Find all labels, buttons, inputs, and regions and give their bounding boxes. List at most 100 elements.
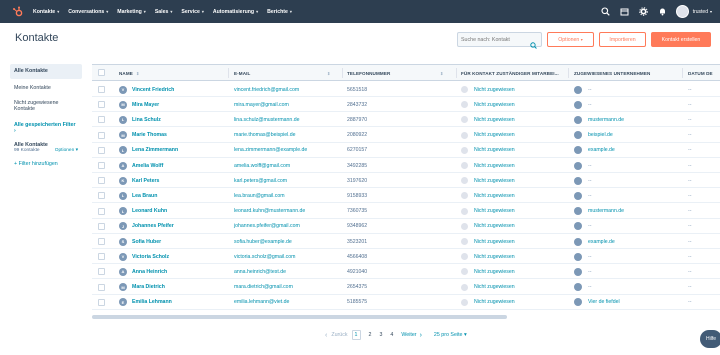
owner-link[interactable]: Nicht zugewiesen — [474, 87, 515, 93]
page-3-button[interactable]: 3 — [379, 332, 382, 338]
page-2-button[interactable]: 2 — [369, 332, 372, 338]
page-1-button[interactable]: 1 — [351, 330, 361, 340]
company-link[interactable]: mustermann.de — [588, 117, 624, 123]
add-filter-link[interactable]: + Filter hinzufügen — [10, 158, 82, 170]
row-checkbox[interactable] — [98, 131, 105, 139]
owner-link[interactable]: Nicht zugewiesen — [474, 223, 515, 229]
contact-name-link[interactable]: Anna Heinrich — [132, 269, 167, 275]
company-link[interactable]: mustermann.de — [588, 208, 624, 214]
nav-kontakte[interactable]: Kontakte ▾ — [33, 9, 59, 15]
row-checkbox[interactable] — [98, 253, 105, 261]
company-link[interactable]: Vier de fiefdel — [588, 299, 620, 305]
create-contact-button[interactable]: Kontakt erstellen — [651, 32, 711, 47]
sort-icon[interactable]: ⇕ — [324, 65, 330, 81]
company-link[interactable]: example.de — [588, 147, 615, 153]
row-checkbox[interactable] — [98, 207, 105, 215]
owner-link[interactable]: Nicht zugewiesen — [474, 269, 515, 275]
email-link[interactable]: vincent.friedrich@gmail.com — [234, 87, 299, 93]
row-checkbox[interactable] — [98, 162, 105, 169]
chevron-right-icon[interactable]: › — [420, 332, 422, 339]
horizontal-scrollbar[interactable] — [92, 315, 507, 319]
sidebar-item-unassigned[interactable]: Nicht zugewiesene Kontakte — [10, 97, 82, 116]
contact-name-link[interactable]: Karl Peters — [132, 178, 159, 184]
avatar[interactable] — [675, 5, 689, 18]
select-all-checkbox[interactable] — [98, 69, 105, 76]
contact-name-link[interactable]: Lina Schulz — [132, 117, 161, 123]
email-link[interactable]: sofia.huber@example.de — [234, 239, 292, 245]
column-divider[interactable] — [342, 68, 343, 78]
table-row[interactable]: A Anna Heinrich anna.heinrich@test.de 49210… — [92, 264, 720, 280]
per-page-select[interactable]: 25 pro Seite ▾ — [434, 332, 467, 338]
nav-berichte[interactable]: Berichte ▾ — [267, 9, 292, 15]
owner-link[interactable]: Nicht zugewiesen — [474, 117, 515, 123]
gear-icon[interactable] — [638, 6, 650, 18]
owner-link[interactable]: Nicht zugewiesen — [474, 193, 515, 199]
contact-name-link[interactable]: Victoria Scholz — [132, 254, 169, 260]
email-link[interactable]: mira.mayer@gmail.com — [234, 102, 289, 108]
bell-icon[interactable] — [657, 6, 669, 18]
account-name[interactable]: trusted — [693, 9, 708, 15]
sort-icon[interactable]: ⇕ — [437, 65, 443, 81]
owner-link[interactable]: Nicht zugewiesen — [474, 299, 515, 305]
column-header-company[interactable]: ZUGEWIESENES UNTERNEHMEN — [574, 65, 650, 81]
owner-link[interactable]: Nicht zugewiesen — [474, 163, 515, 169]
table-row[interactable]: L Lina Schulz lina.schulz@mustermann.de 288… — [92, 112, 720, 128]
table-row[interactable]: V Victoria Scholz victoria.scholz@gmail.co… — [92, 249, 720, 265]
table-row[interactable]: M Mara Dietrich mara.dietrich@gmail.com 265… — [92, 280, 720, 295]
company-link[interactable]: beispiel.de — [588, 132, 613, 138]
email-link[interactable]: lena.zimmermann@example.de — [234, 147, 307, 153]
sidebar-item-all-contacts[interactable]: Alle Kontakte — [10, 64, 82, 79]
email-link[interactable]: amelia.wolff@gmail.com — [234, 163, 290, 169]
column-header-date[interactable]: DATUM DE — [688, 65, 713, 81]
owner-link[interactable]: Nicht zugewiesen — [474, 147, 515, 153]
email-link[interactable]: leonard.kuhn@mustermann.de — [234, 208, 305, 214]
table-row[interactable]: V Vincent Friedrich vincent.friedrich@gmai… — [92, 82, 720, 97]
table-row[interactable]: M Marie Thomas marie.thomas@beispiel.de 208… — [92, 128, 720, 143]
nav-conversations[interactable]: Conversations ▾ — [68, 9, 108, 15]
owner-link[interactable]: Nicht zugewiesen — [474, 239, 515, 245]
search-input[interactable] — [461, 36, 529, 43]
search-icon[interactable] — [530, 36, 537, 54]
table-row[interactable]: A Amelia Wolff amelia.wolff@gmail.com 34922… — [92, 158, 720, 173]
owner-link[interactable]: Nicht zugewiesen — [474, 102, 515, 108]
contact-name-link[interactable]: Emilia Lehmann — [132, 299, 172, 305]
table-row[interactable]: L Lea Braun lea.braun@gmail.com 9158933 Nich… — [92, 188, 720, 204]
column-divider[interactable] — [456, 68, 457, 78]
email-link[interactable]: anna.heinrich@test.de — [234, 269, 286, 275]
chevron-left-icon[interactable]: ‹ — [325, 332, 327, 339]
contact-name-link[interactable]: Leonard Kuhn — [132, 208, 167, 214]
email-link[interactable]: emilia.lehmann@viet.de — [234, 299, 289, 305]
email-link[interactable]: johannes.pfeifer@gmail.com — [234, 223, 300, 229]
contact-name-link[interactable]: Lea Braun — [132, 193, 157, 199]
row-checkbox[interactable] — [98, 86, 105, 93]
email-link[interactable]: victoria.scholz@gmail.com — [234, 254, 295, 260]
contact-name-link[interactable]: Vincent Friedrich — [132, 87, 174, 93]
nav-sales[interactable]: Sales ▾ — [155, 9, 173, 15]
nav-marketing[interactable]: Marketing ▾ — [117, 9, 146, 15]
contact-name-link[interactable]: Mara Dietrich — [132, 284, 165, 290]
import-button[interactable]: Importieren — [599, 32, 646, 47]
page-4-button[interactable]: 4 — [390, 332, 393, 338]
view-options-link[interactable]: Optionen ▾ — [55, 148, 78, 153]
row-checkbox[interactable] — [98, 283, 105, 291]
row-checkbox[interactable] — [98, 238, 105, 245]
row-checkbox[interactable] — [98, 298, 105, 306]
email-link[interactable]: karl.peters@gmail.com — [234, 178, 287, 184]
owner-link[interactable]: Nicht zugewiesen — [474, 132, 515, 138]
table-row[interactable]: L Leonard Kuhn leonard.kuhn@mustermann.de 7… — [92, 204, 720, 219]
row-checkbox[interactable] — [98, 146, 105, 154]
row-checkbox[interactable] — [98, 116, 105, 124]
owner-link[interactable]: Nicht zugewiesen — [474, 208, 515, 214]
owner-link[interactable]: Nicht zugewiesen — [474, 254, 515, 260]
column-header-phone[interactable]: TELEFONNUMMER — [347, 65, 390, 81]
row-checkbox[interactable] — [98, 177, 105, 185]
column-header-name[interactable]: NAME ⇕ — [119, 65, 139, 81]
help-button[interactable]: Hilfe — [700, 330, 720, 348]
owner-link[interactable]: Nicht zugewiesen — [474, 178, 515, 184]
contact-name-link[interactable]: Lena Zimmermann — [132, 147, 178, 153]
sidebar-saved-filters-link[interactable]: Alle gespeicherten Filter › — [10, 119, 82, 137]
table-row[interactable]: S Sofia Huber sofia.huber@example.de 352320… — [92, 234, 720, 249]
contact-name-link[interactable]: Amelia Wolff — [132, 163, 163, 169]
sidebar-item-my-contacts[interactable]: Meine Kontakte — [10, 82, 82, 95]
table-row[interactable]: K Karl Peters karl.peters@gmail.com 3197620… — [92, 173, 720, 189]
